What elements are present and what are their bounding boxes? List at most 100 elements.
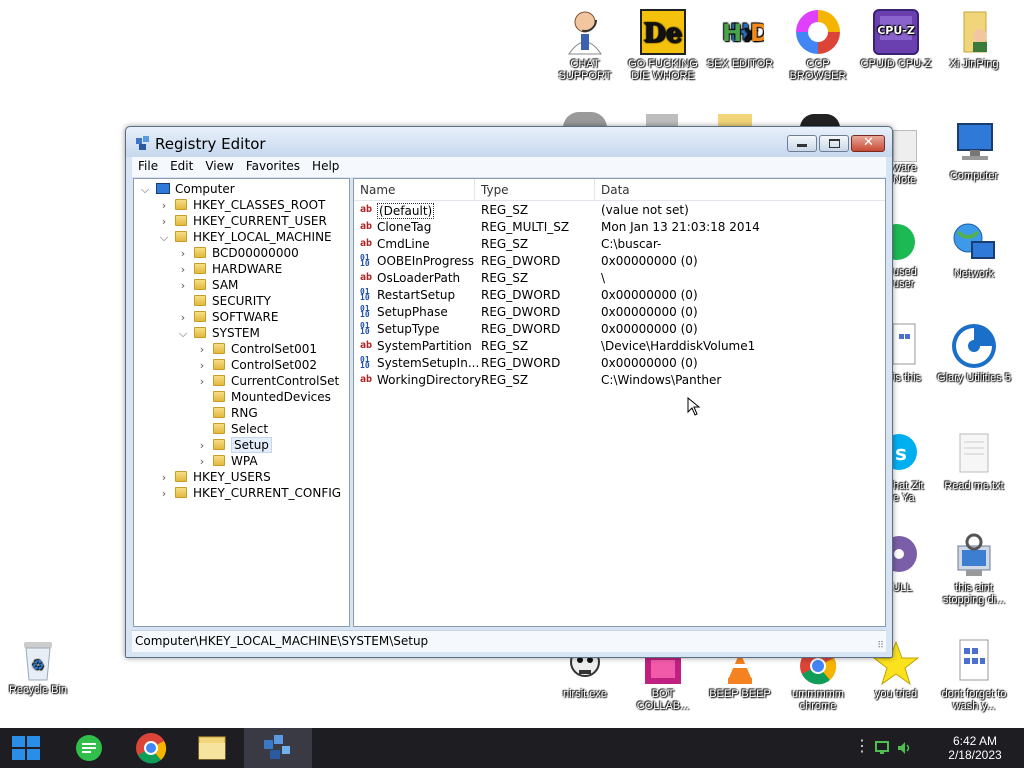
- expand-chevron-icon[interactable]: ›: [195, 454, 209, 470]
- tree-node[interactable]: Select: [195, 421, 268, 437]
- expand-chevron-icon[interactable]: ›: [176, 262, 190, 278]
- tree-node[interactable]: › SAM: [176, 277, 239, 294]
- tree-node-label: HKEY_CLASSES_ROOT: [193, 198, 326, 212]
- expand-chevron-icon[interactable]: ›: [157, 214, 171, 230]
- desktop-icon-recycle-bin[interactable]: ♻ Recycle Bin: [0, 636, 76, 696]
- value-row[interactable]: ab WorkingDirectory REG_SZ C:\Windows\Panth…: [354, 372, 885, 389]
- tree-node[interactable]: MountedDevices: [195, 389, 331, 405]
- desktop-icon-label: you tried: [874, 688, 918, 700]
- desktop-icon-document[interactable]: dont forget to wash y...: [936, 638, 1012, 712]
- maximize-button[interactable]: [819, 135, 849, 152]
- registry-tree[interactable]: ⌵ Computer › HKEY_CLASSES_ROOT › HKEY_CURRENT…: [133, 178, 350, 627]
- menu-edit[interactable]: Edit: [164, 157, 199, 173]
- value-row[interactable]: 01 10 SystemSetupIn... REG_DWORD 0x00000000 …: [354, 355, 885, 372]
- minimize-button[interactable]: [787, 135, 817, 152]
- menu-favorites[interactable]: Favorites: [240, 157, 306, 173]
- expand-chevron-icon[interactable]: ›: [157, 470, 171, 486]
- value-row[interactable]: ab CloneTag REG_MULTI_SZ Mon Jan 13 21:03:1…: [354, 219, 885, 236]
- desktop-icon-computer[interactable]: Computer: [936, 120, 1012, 182]
- value-row[interactable]: ab CmdLine REG_SZ C:\buscar-: [354, 236, 885, 253]
- value-row[interactable]: 01 10 SetupType REG_DWORD 0x00000000 (0): [354, 321, 885, 338]
- value-row[interactable]: 01 10 OOBEInProgress REG_DWORD 0x00000000 (0…: [354, 253, 885, 270]
- menu-view[interactable]: View: [199, 157, 239, 173]
- tree-node[interactable]: › ControlSet002: [195, 357, 317, 373]
- expand-chevron-icon[interactable]: ›: [176, 310, 190, 326]
- column-header-name[interactable]: Name: [360, 183, 395, 197]
- tray-overflow-icon[interactable]: ⋮: [854, 736, 870, 756]
- clock[interactable]: 6:42 AM 2/18/2023: [940, 734, 1010, 762]
- close-button[interactable]: ✕: [851, 135, 885, 152]
- tree-node[interactable]: › HKEY_USERS: [157, 469, 271, 485]
- registry-editor-window[interactable]: Registry Editor ✕ File Edit View Favorites H…: [125, 126, 893, 658]
- tree-node[interactable]: › Setup: [195, 437, 272, 453]
- expand-chevron-icon[interactable]: ›: [157, 198, 171, 214]
- volume-icon[interactable]: [896, 740, 912, 756]
- partial-icon-ware[interactable]: ware Note: [893, 130, 925, 190]
- desktop-icon-readme[interactable]: Read me.txt: [936, 430, 1012, 492]
- column-divider[interactable]: [474, 179, 475, 201]
- expand-chevron-icon[interactable]: ›: [195, 342, 209, 358]
- tree-node[interactable]: › HKEY_CURRENT_CONFIG: [157, 485, 341, 501]
- expand-chevron-icon[interactable]: ›: [195, 358, 209, 374]
- close-icon: ✕: [863, 135, 874, 150]
- text-file-icon: [950, 430, 998, 478]
- partial-icon-used[interactable]: used user: [879, 222, 925, 292]
- value-row[interactable]: ab (Default) REG_SZ (value not set): [354, 202, 885, 219]
- file-icon: [893, 130, 917, 162]
- desktop-icon-glary[interactable]: Glary Utilities 5: [936, 322, 1012, 384]
- desktop-icon-ccp-browser[interactable]: CCP BROWSER: [780, 8, 856, 82]
- column-divider[interactable]: [594, 179, 595, 201]
- collapse-chevron-icon[interactable]: ⌵: [138, 182, 152, 198]
- tree-node[interactable]: RNG: [195, 405, 258, 421]
- desktop-icon-cpuz[interactable]: CPU-Z CPUID CPU-Z: [858, 8, 934, 70]
- desktop-icon-installer[interactable]: this aint stopping di...: [936, 532, 1012, 606]
- partial-icon-isthis[interactable]: is this: [892, 322, 925, 388]
- resize-grip-icon[interactable]: ⠿: [877, 641, 884, 651]
- tree-node[interactable]: › SOFTWARE: [176, 309, 279, 326]
- tree-node[interactable]: › ControlSet001: [195, 341, 317, 357]
- start-button[interactable]: [0, 728, 52, 768]
- expand-chevron-icon[interactable]: ›: [176, 246, 190, 262]
- tree-node[interactable]: › HKEY_CLASSES_ROOT: [157, 197, 326, 214]
- taskbar-file-explorer[interactable]: [182, 728, 242, 768]
- collapse-chevron-icon[interactable]: ⌵: [157, 230, 171, 246]
- folder-icon: [194, 279, 206, 290]
- desktop-icon-xi-folder[interactable]: Xi JinPing: [936, 8, 1012, 70]
- tree-node[interactable]: ⌵ SYSTEM: [176, 325, 260, 341]
- system-tray: ⋮ 6:42 AM 2/18/2023: [844, 728, 1024, 768]
- title-bar[interactable]: Registry Editor ✕: [126, 127, 892, 157]
- expand-chevron-icon[interactable]: ›: [157, 486, 171, 502]
- value-row[interactable]: 01 10 SetupPhase REG_DWORD 0x00000000 (0): [354, 304, 885, 321]
- tree-node[interactable]: ⌵ HKEY_LOCAL_MACHINE: [157, 229, 332, 245]
- tree-node[interactable]: › HKEY_CURRENT_USER: [157, 213, 327, 229]
- desktop-icon-hxd[interactable]: HxDH SEX EDITOR: [702, 8, 778, 70]
- expand-chevron-icon[interactable]: ›: [195, 374, 209, 390]
- expand-chevron-icon[interactable]: ›: [176, 278, 190, 294]
- column-header-data[interactable]: Data: [601, 183, 630, 197]
- menu-file[interactable]: File: [132, 157, 164, 173]
- taskbar-chrome[interactable]: [121, 728, 181, 768]
- desktop-icon-chat-support[interactable]: CHAT SUPPORT: [547, 8, 623, 82]
- menu-help[interactable]: Help: [306, 157, 345, 173]
- tree-node[interactable]: ⌵ Computer: [138, 181, 235, 197]
- collapse-chevron-icon[interactable]: ⌵: [176, 326, 190, 342]
- column-header-type[interactable]: Type: [481, 183, 509, 197]
- tree-node[interactable]: › HARDWARE: [176, 261, 282, 277]
- tree-node[interactable]: › WPA: [195, 453, 258, 469]
- partial-icon-skype[interactable]: s hat Zit e Ya: [881, 430, 925, 506]
- tree-node[interactable]: › CurrentControlSet: [195, 373, 339, 389]
- desktop-icon-network[interactable]: Network: [936, 218, 1012, 280]
- values-list[interactable]: Name Type Data ab (Default) REG_SZ (value n…: [353, 178, 886, 627]
- tree-node[interactable]: › BCD00000000: [176, 245, 299, 261]
- network-tray-icon[interactable]: [874, 740, 890, 756]
- value-row[interactable]: 01 10 RestartSetup REG_DWORD 0x00000000 (0): [354, 287, 885, 304]
- value-row[interactable]: ab OsLoaderPath REG_SZ \: [354, 270, 885, 287]
- folder-icon: [194, 311, 206, 322]
- desktop-icon-de[interactable]: De GO FUCKING DIE WHORE: [625, 8, 701, 82]
- taskbar-notes-app[interactable]: [60, 728, 120, 768]
- taskbar-registry-editor[interactable]: [244, 728, 312, 768]
- tree-node[interactable]: SECURITY: [176, 293, 271, 309]
- expand-chevron-icon[interactable]: ›: [195, 438, 209, 454]
- desktop-icon-label: CCP BROWSER: [789, 58, 847, 82]
- value-row[interactable]: ab SystemPartition REG_SZ \Device\HarddiskV…: [354, 338, 885, 355]
